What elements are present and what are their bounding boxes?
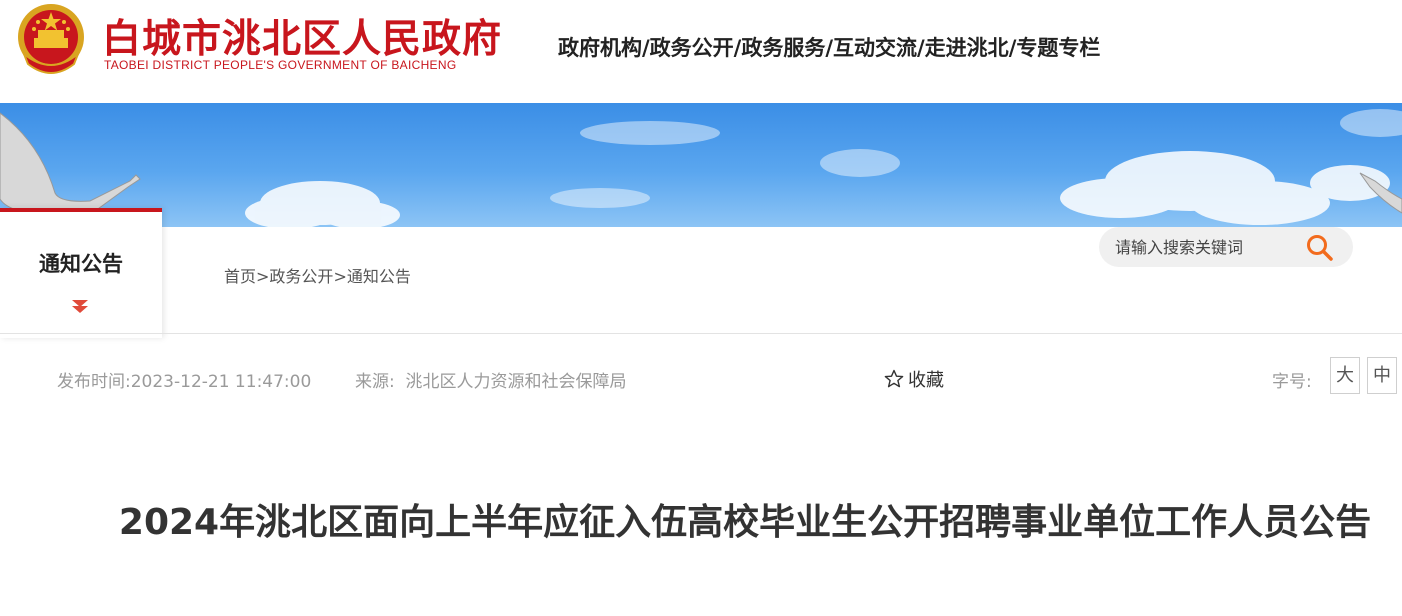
nav-item-interaction[interactable]: 互动交流 xyxy=(833,36,917,60)
nav-separator: / xyxy=(642,36,650,60)
channel-tab: 通知公告 xyxy=(0,208,162,338)
channel-title: 通知公告 xyxy=(39,252,123,276)
chevron-down-icon xyxy=(72,300,88,313)
search-icon[interactable] xyxy=(1305,233,1335,263)
publish-time-label: 发布时间: xyxy=(57,372,131,392)
nav-item-about-taobei[interactable]: 走进洮北 xyxy=(925,36,1009,60)
star-outline-icon xyxy=(884,369,904,388)
search-box xyxy=(1099,227,1353,267)
article-title: 2024年洮北区面向上半年应征入伍高校毕业生公开招聘事业单位工作人员公告 xyxy=(118,502,1372,543)
site-header: 白城市洮北区人民政府 TAOBEI DISTRICT PEOPLE'S GOVE… xyxy=(0,0,1402,103)
national-emblem-icon[interactable] xyxy=(14,2,88,76)
source-label: 来源: xyxy=(355,372,395,392)
header-divider xyxy=(0,333,1402,334)
breadcrumb-government-affairs[interactable]: 政务公开 xyxy=(269,267,333,286)
font-size-large-button[interactable]: 大 xyxy=(1330,357,1360,394)
source-value: 洮北区人力资源和社会保障局 xyxy=(405,372,627,392)
search-input[interactable] xyxy=(1115,235,1295,259)
top-navigation: 政府机构/政务公开/政务服务/互动交流/走进洮北/专题专栏 xyxy=(558,32,1100,62)
publish-time-value: 2023-12-21 11:47:00 xyxy=(130,372,312,392)
source-info: 来源: 洮北区人力资源和社会保障局 xyxy=(355,367,627,392)
nav-item-special-topics[interactable]: 专题专栏 xyxy=(1016,36,1100,60)
favorite-button[interactable]: 收藏 xyxy=(884,366,944,392)
breadcrumb-notices[interactable]: 通知公告 xyxy=(347,267,411,286)
breadcrumb-home[interactable]: 首页 xyxy=(224,267,256,286)
font-size-medium-button[interactable]: 中 xyxy=(1367,357,1397,394)
breadcrumb-separator: > xyxy=(333,267,347,286)
nav-separator: / xyxy=(825,36,834,60)
favorite-label: 收藏 xyxy=(908,370,944,391)
nav-item-government-services[interactable]: 政务服务 xyxy=(741,36,825,60)
nav-item-government-affairs[interactable]: 政务公开 xyxy=(650,36,734,60)
site-name-cn[interactable]: 白城市洮北区人民政府 xyxy=(102,8,502,64)
breadcrumb: 首页>政务公开>通知公告 xyxy=(224,263,411,287)
site-name-en: TAOBEI DISTRICT PEOPLE'S GOVERNMENT OF B… xyxy=(104,58,457,72)
sky-banner xyxy=(0,103,1402,227)
nav-separator: / xyxy=(917,36,925,60)
publish-time: 发布时间:2023-12-21 11:47:00 xyxy=(57,367,311,392)
font-size-label: 字号: xyxy=(1272,372,1312,392)
breadcrumb-separator: > xyxy=(256,267,270,286)
nav-item-government-agencies[interactable]: 政府机构 xyxy=(558,36,642,60)
